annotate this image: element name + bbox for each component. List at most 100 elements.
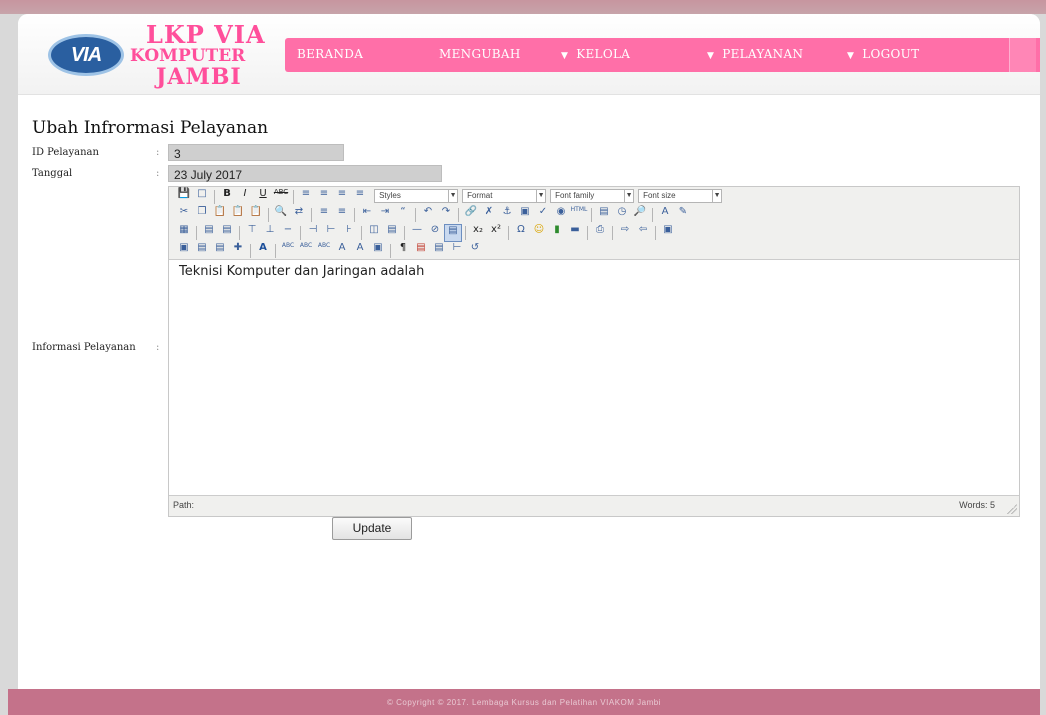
subscript-icon[interactable]: x₂	[469, 224, 487, 242]
chevron-down-icon: ▼	[707, 51, 715, 61]
restore-draft-icon[interactable]: ↺	[466, 242, 484, 260]
logo-title-line2: KOMPUTER	[130, 46, 246, 66]
numbered-list-icon[interactable]: ≡	[333, 206, 351, 224]
site-logo[interactable]: VIA LKP VIA KOMPUTER JAMBI	[38, 20, 278, 92]
preview-icon[interactable]: 🔎	[631, 206, 649, 224]
redo-icon[interactable]: ↷	[437, 206, 455, 224]
align-center-icon[interactable]: ≡	[315, 188, 333, 206]
move-backward-icon[interactable]: ▤	[211, 242, 229, 260]
editor-toolbar: 💾 □ B I U ABC ≡ ≡ ≡ ≡ Styles ▼ Format ▼ Font family ▼ F…	[169, 187, 1019, 260]
nav-beranda[interactable]: BERANDA	[297, 47, 363, 61]
blockquote-icon[interactable]: “	[394, 206, 412, 224]
resize-grip-icon[interactable]	[1007, 504, 1017, 514]
visual-aid-icon[interactable]: ▤	[444, 224, 462, 242]
remove-format-icon[interactable]: ⊘	[426, 224, 444, 242]
style-props-icon[interactable]: A	[254, 242, 272, 260]
page-break-icon[interactable]: ▤	[430, 242, 448, 260]
special-char-icon[interactable]: Ω	[512, 224, 530, 242]
toolbar-divider	[214, 190, 215, 204]
superscript-icon[interactable]: x²	[487, 224, 505, 242]
insert-row-before-icon[interactable]: ⊤	[243, 224, 261, 242]
replace-icon[interactable]: ⇄	[290, 206, 308, 224]
media-icon[interactable]: ▮	[548, 224, 566, 242]
delete-row-icon[interactable]: −	[279, 224, 297, 242]
attributes-icon[interactable]: ▣	[369, 242, 387, 260]
emoticon-icon[interactable]: ☺	[530, 224, 548, 242]
advanced-hr-icon[interactable]: ▬	[566, 224, 584, 242]
acronym-icon[interactable]: ABC	[315, 242, 333, 260]
split-cells-icon[interactable]: ◫	[365, 224, 383, 242]
underline-icon[interactable]: U	[254, 188, 272, 206]
insert-date-icon[interactable]: ▤	[595, 206, 613, 224]
print-icon[interactable]: ⎙	[591, 224, 609, 242]
indent-icon[interactable]: ⇥	[376, 206, 394, 224]
id-field[interactable]: 3	[168, 144, 344, 161]
table-icon[interactable]: ▦	[175, 224, 193, 242]
anchor-icon[interactable]: ⚓	[498, 206, 516, 224]
non-breaking-icon[interactable]: ⊢	[448, 242, 466, 260]
insert-col-before-icon[interactable]: ⊣	[304, 224, 322, 242]
nav-pelayanan[interactable]: ▼ PELAYANAN	[707, 47, 803, 61]
paste-text-icon[interactable]: 📋	[229, 206, 247, 224]
link-icon[interactable]: 🔗	[462, 206, 480, 224]
delete-col-icon[interactable]: ⊦	[340, 224, 358, 242]
align-justify-icon[interactable]: ≡	[351, 188, 369, 206]
show-blocks-icon[interactable]: ¶	[394, 242, 412, 260]
toolbar-divider	[587, 226, 588, 240]
paste-word-icon[interactable]: 📋	[247, 206, 265, 224]
save-icon[interactable]: 💾	[175, 188, 193, 206]
cell-props-icon[interactable]: ▤	[218, 224, 236, 242]
nav-kelola[interactable]: ▼ KELOLA	[561, 47, 630, 61]
ins-icon[interactable]: A	[351, 242, 369, 260]
new-document-icon[interactable]: □	[193, 188, 211, 206]
cite-icon[interactable]: ABC	[279, 242, 297, 260]
del-icon[interactable]: A	[333, 242, 351, 260]
nav-mengubah[interactable]: MENGUBAH	[439, 47, 521, 61]
insert-row-after-icon[interactable]: ⊥	[261, 224, 279, 242]
font-family-select[interactable]: Font family ▼	[550, 189, 635, 203]
align-left-icon[interactable]: ≡	[297, 188, 315, 206]
paste-icon[interactable]: 📋	[211, 206, 229, 224]
insert-col-after-icon[interactable]: ⊢	[322, 224, 340, 242]
find-icon[interactable]: 🔍	[272, 206, 290, 224]
strikethrough-icon[interactable]: ABC	[272, 188, 290, 206]
site-footer: © Copyright © 2017. Lembaga Kursus dan P…	[8, 689, 1040, 715]
image-icon[interactable]: ▣	[516, 206, 534, 224]
cleanup-icon[interactable]: ✓	[534, 206, 552, 224]
background-color-icon[interactable]: ✎	[674, 206, 692, 224]
format-select[interactable]: Format ▼	[462, 189, 547, 203]
html-icon[interactable]: HTML	[570, 206, 588, 224]
editor-path: Path:	[173, 500, 195, 510]
bullet-list-icon[interactable]: ≡	[315, 206, 333, 224]
insert-time-icon[interactable]: ◷	[613, 206, 631, 224]
unlink-icon[interactable]: ✗	[480, 206, 498, 224]
copy-icon[interactable]: ❐	[193, 206, 211, 224]
merge-cells-icon[interactable]: ▤	[383, 224, 401, 242]
rtl-icon[interactable]: ⇦	[634, 224, 652, 242]
bold-icon[interactable]: B	[218, 188, 236, 206]
editor-content-area[interactable]: Teknisi Komputer dan Jaringan adalah	[169, 260, 1019, 495]
help-icon[interactable]: ◉	[552, 206, 570, 224]
font-size-select[interactable]: Font size ▼	[638, 189, 723, 203]
move-forward-icon[interactable]: ▤	[193, 242, 211, 260]
nav-logout[interactable]: ▼ LOGOUT	[847, 47, 919, 61]
abbr-icon[interactable]: ABC	[297, 242, 315, 260]
date-field[interactable]: 23 July 2017	[168, 165, 442, 182]
italic-icon[interactable]: I	[236, 188, 254, 206]
cut-icon[interactable]: ✂	[175, 206, 193, 224]
row-props-icon[interactable]: ▤	[200, 224, 218, 242]
styles-select[interactable]: Styles ▼	[374, 189, 459, 203]
template-icon[interactable]: ▤	[412, 242, 430, 260]
outdent-icon[interactable]: ⇤	[358, 206, 376, 224]
undo-icon[interactable]: ↶	[419, 206, 437, 224]
horizontal-rule-icon[interactable]: —	[408, 224, 426, 242]
font-family-select-label: Font family	[555, 191, 595, 200]
insert-layer-icon[interactable]: ▣	[175, 242, 193, 260]
update-button[interactable]: Update	[332, 517, 412, 540]
absolute-icon[interactable]: ✚	[229, 242, 247, 260]
text-color-icon[interactable]: A	[656, 206, 674, 224]
fullscreen-icon[interactable]: ▣	[659, 224, 677, 242]
align-right-icon[interactable]: ≡	[333, 188, 351, 206]
ltr-icon[interactable]: ⇨	[616, 224, 634, 242]
toolbar-divider	[239, 226, 240, 240]
